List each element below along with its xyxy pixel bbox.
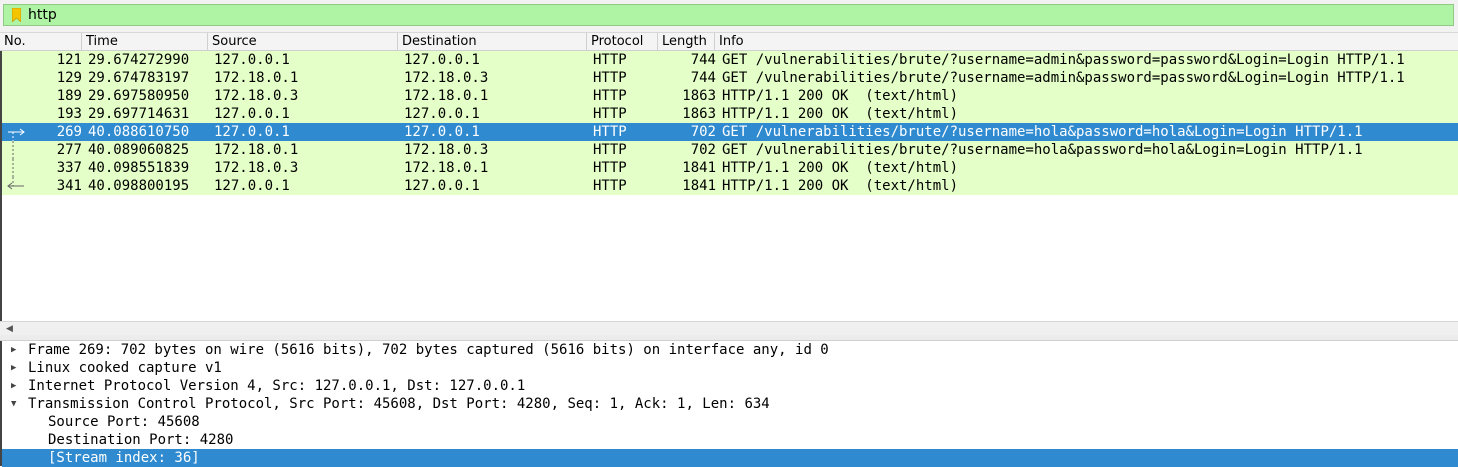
packet-protocol: HTTP bbox=[593, 106, 627, 122]
packet-destination: 127.0.0.1 bbox=[404, 178, 480, 194]
column-header-protocol[interactable]: Protocol bbox=[587, 33, 658, 51]
display-filter-text: http bbox=[28, 7, 57, 23]
packet-destination: 127.0.0.1 bbox=[404, 106, 480, 122]
packet-length: 1863 bbox=[682, 88, 716, 104]
packet-time: 29.697580950 bbox=[88, 88, 190, 104]
packet-protocol: HTTP bbox=[593, 70, 627, 86]
packet-source: 127.0.0.1 bbox=[214, 124, 290, 140]
detail-tree-label: Source Port: 45608 bbox=[48, 414, 200, 430]
packet-protocol: HTTP bbox=[593, 142, 627, 158]
detail-tree-label: Internet Protocol Version 4, Src: 127.0.… bbox=[28, 378, 526, 394]
packet-destination: 172.18.0.1 bbox=[404, 88, 489, 104]
packet-source: 127.0.0.1 bbox=[214, 106, 290, 122]
packet-time: 29.674783197 bbox=[88, 70, 190, 86]
detail-tree-label: Transmission Control Protocol, Src Port:… bbox=[28, 396, 770, 412]
packet-info: HTTP/1.1 200 OK (text/html) bbox=[722, 88, 959, 104]
packet-details-tree[interactable]: ▶ Frame 269: 702 bytes on wire (5616 bits… bbox=[0, 341, 1458, 467]
packet-info: HTTP/1.1 200 OK (text/html) bbox=[722, 160, 959, 176]
packet-length: 702 bbox=[690, 124, 716, 140]
packet-protocol: HTTP bbox=[593, 178, 627, 194]
packet-source: 172.18.0.1 bbox=[214, 70, 299, 86]
detail-tree-label: Frame 269: 702 bytes on wire (5616 bits)… bbox=[28, 342, 829, 358]
packet-source: 127.0.0.1 bbox=[214, 52, 290, 68]
packet-row[interactable]: 269 40.088610750 127.0.0.1 127.0.0.1 HTTP 702… bbox=[2, 123, 1458, 141]
detail-tree-item[interactable]: [Stream index: 36] bbox=[2, 449, 1458, 467]
packet-length: 744 bbox=[690, 70, 716, 86]
packet-time: 29.674272990 bbox=[88, 52, 190, 68]
column-header-destination[interactable]: Destination bbox=[398, 33, 587, 51]
packet-protocol: HTTP bbox=[593, 160, 627, 176]
packet-row[interactable]: 341 40.098800195 127.0.0.1 127.0.0.1 HTTP 184… bbox=[2, 177, 1458, 195]
request-arrow-icon bbox=[8, 128, 25, 141]
packet-list[interactable]: 121 29.674272990 127.0.0.1 127.0.0.1 HTTP 744… bbox=[0, 51, 1458, 321]
detail-tree-item[interactable]: ▶ Frame 269: 702 bytes on wire (5616 bits… bbox=[2, 341, 1458, 359]
detail-tree-item[interactable]: ▼ Transmission Control Protocol, Src Port… bbox=[2, 395, 1458, 413]
conversation-line-icon bbox=[12, 159, 14, 177]
packet-source: 172.18.0.3 bbox=[214, 160, 299, 176]
packet-source: 172.18.0.1 bbox=[214, 142, 299, 158]
packet-info: GET /vulnerabilities/brute/?username=hol… bbox=[722, 142, 1363, 158]
packet-destination: 172.18.0.3 bbox=[404, 142, 489, 158]
filter-bookmark-icon[interactable] bbox=[12, 8, 21, 22]
packet-length: 1841 bbox=[682, 178, 716, 194]
column-header-length[interactable]: Length bbox=[658, 33, 715, 51]
packet-number: 193 bbox=[56, 106, 82, 122]
packet-length: 1863 bbox=[682, 106, 716, 122]
detail-tree-item[interactable]: Source Port: 45608 bbox=[2, 413, 1458, 431]
packet-destination: 127.0.0.1 bbox=[404, 124, 480, 140]
expand-right-arrow-icon[interactable]: ▶ bbox=[11, 377, 21, 395]
detail-tree-item[interactable]: ▶ Linux cooked capture v1 bbox=[2, 359, 1458, 377]
packet-destination: 172.18.0.3 bbox=[404, 70, 489, 86]
packet-length: 702 bbox=[690, 142, 716, 158]
packet-info: GET /vulnerabilities/brute/?username=adm… bbox=[722, 52, 1405, 68]
column-header-info[interactable]: Info bbox=[715, 33, 1458, 51]
packet-source: 172.18.0.3 bbox=[214, 88, 299, 104]
packet-number: 121 bbox=[56, 52, 82, 68]
packet-destination: 172.18.0.1 bbox=[404, 160, 489, 176]
packet-number: 129 bbox=[56, 70, 82, 86]
expand-right-arrow-icon[interactable]: ▶ bbox=[11, 359, 21, 377]
column-header-no[interactable]: No. bbox=[0, 33, 82, 51]
packet-source: 127.0.0.1 bbox=[214, 178, 290, 194]
packet-row[interactable]: 193 29.697714631 127.0.0.1 127.0.0.1 HTTP 186… bbox=[2, 105, 1458, 123]
packet-time: 40.089060825 bbox=[88, 142, 190, 158]
detail-tree-item[interactable]: ▶ Internet Protocol Version 4, Src: 127.0… bbox=[2, 377, 1458, 395]
packet-time: 29.697714631 bbox=[88, 106, 190, 122]
packet-protocol: HTTP bbox=[593, 52, 627, 68]
packet-row[interactable]: 337 40.098551839 172.18.0.3 172.18.0.1 HTTP 1… bbox=[2, 159, 1458, 177]
packet-protocol: HTTP bbox=[593, 124, 627, 140]
column-header-time[interactable]: Time bbox=[82, 33, 208, 51]
packet-info: HTTP/1.1 200 OK (text/html) bbox=[722, 106, 959, 122]
display-filter-input[interactable]: http bbox=[3, 4, 1454, 26]
packet-list-horizontal-scrollbar[interactable]: ◀ bbox=[0, 321, 1458, 335]
display-filter-toolbar: http bbox=[0, 0, 1458, 32]
packet-destination: 127.0.0.1 bbox=[404, 52, 480, 68]
packet-time: 40.088610750 bbox=[88, 124, 190, 140]
conversation-line-icon bbox=[12, 141, 14, 159]
detail-tree-label: Linux cooked capture v1 bbox=[28, 360, 222, 376]
packet-time: 40.098551839 bbox=[88, 160, 190, 176]
scroll-left-arrow-icon[interactable]: ◀ bbox=[6, 324, 13, 334]
packet-protocol: HTTP bbox=[593, 88, 627, 104]
packet-list-header: No. Time Source Destination Protocol Len… bbox=[0, 32, 1458, 51]
packet-info: HTTP/1.1 200 OK (text/html) bbox=[722, 178, 959, 194]
packet-time: 40.098800195 bbox=[88, 178, 190, 194]
packet-row[interactable]: 121 29.674272990 127.0.0.1 127.0.0.1 HTTP 744… bbox=[2, 51, 1458, 69]
detail-tree-item[interactable]: Destination Port: 4280 bbox=[2, 431, 1458, 449]
expand-right-arrow-icon[interactable]: ▶ bbox=[11, 341, 21, 359]
response-arrow-icon bbox=[7, 177, 24, 190]
expand-down-arrow-icon[interactable]: ▼ bbox=[11, 395, 21, 413]
column-header-source[interactable]: Source bbox=[208, 33, 398, 51]
packet-info: GET /vulnerabilities/brute/?username=adm… bbox=[722, 70, 1405, 86]
packet-length: 1841 bbox=[682, 160, 716, 176]
packet-row[interactable]: 189 29.697580950 172.18.0.3 172.18.0.1 HTTP 1… bbox=[2, 87, 1458, 105]
packet-row[interactable]: 277 40.089060825 172.18.0.1 172.18.0.3 HTTP 7… bbox=[2, 141, 1458, 159]
packet-number: 189 bbox=[56, 88, 82, 104]
packet-length: 744 bbox=[690, 52, 716, 68]
detail-tree-label: [Stream index: 36] bbox=[48, 450, 200, 466]
packet-info: GET /vulnerabilities/brute/?username=hol… bbox=[722, 124, 1363, 140]
detail-tree-label: Destination Port: 4280 bbox=[48, 432, 234, 448]
packet-row[interactable]: 129 29.674783197 172.18.0.1 172.18.0.3 HTTP 7… bbox=[2, 69, 1458, 87]
